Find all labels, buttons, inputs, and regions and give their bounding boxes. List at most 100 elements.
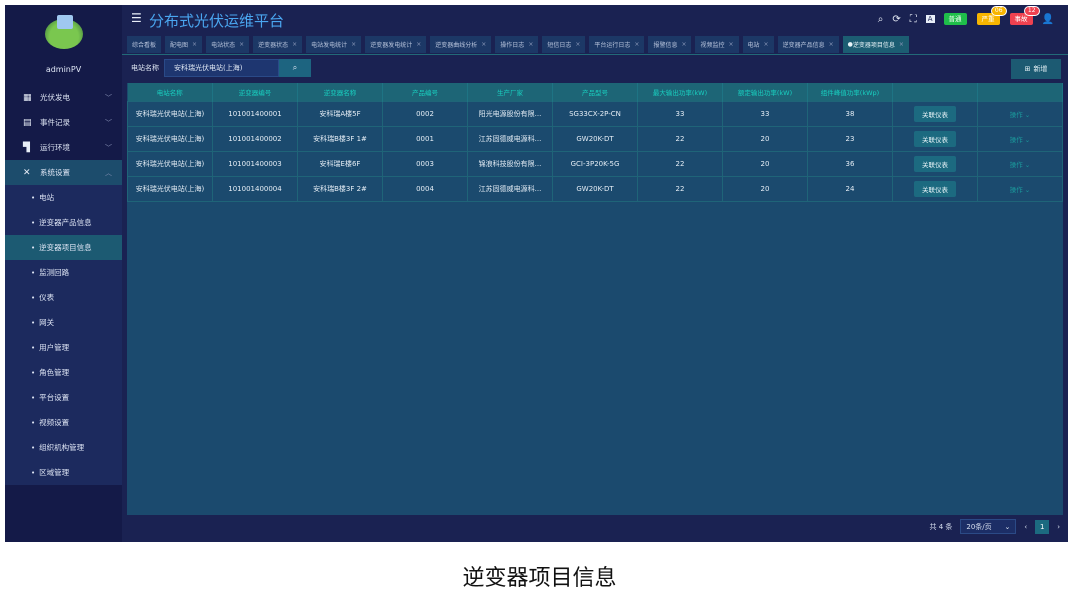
sidebar-subitem[interactable]: 角色管理 (5, 360, 122, 385)
sidebar-subitem[interactable]: 逆变器产品信息 (5, 210, 122, 235)
table-cell: 安科瑞E楼6F (297, 150, 383, 177)
tab[interactable]: 视频监控 × (695, 36, 739, 53)
tab[interactable]: 报警信息 × (648, 36, 692, 53)
chevron-up-icon: ︿ (105, 168, 112, 177)
document-icon: ▤ (23, 117, 32, 128)
refresh-icon[interactable]: ⟳ (892, 14, 900, 25)
header-tools: ⌕ ⟳ ⛶ A 普通 严重 06 事故 12 👤 (878, 6, 1054, 25)
tab[interactable]: 综合看板 (127, 36, 162, 53)
close-icon[interactable]: × (481, 41, 486, 48)
close-icon[interactable]: × (575, 41, 580, 48)
table-cell: GCI-3P20K-5G (552, 150, 638, 177)
table-cell: 安科瑞B楼3F 2# (297, 175, 383, 202)
column-header: 额定输出功率(kW) (722, 83, 808, 101)
fullscreen-icon[interactable]: ⛶ (910, 14, 917, 25)
tab[interactable]: 平台运行日志 × (589, 36, 645, 53)
table-cell: 0001 (382, 125, 468, 152)
station-select[interactable]: 安科瑞光伏电站(上海) (164, 59, 279, 77)
chevron-down-icon: ⌄ (1022, 135, 1031, 144)
sidebar-subitem[interactable]: 视频设置 (5, 410, 122, 435)
sidebar-subitem[interactable]: 仪表 (5, 285, 122, 310)
tab[interactable]: 逆变器状态 × (253, 36, 303, 53)
badge-label: 事故 (1014, 15, 1028, 23)
add-button[interactable]: ⊞ 新增 (1011, 59, 1061, 79)
sidebar-subitem[interactable]: 监测回路 (5, 260, 122, 285)
sidebar-subitem[interactable]: 区域管理 (5, 460, 122, 485)
tab-label: 配电图 (170, 42, 189, 49)
close-icon[interactable]: × (829, 41, 834, 48)
sidebar-item-label: 光伏发电 (40, 93, 70, 102)
close-icon[interactable]: × (351, 41, 356, 48)
link-meter-button[interactable]: 关联仪表 (914, 180, 956, 197)
alarm-badge[interactable]: 严重 06 (976, 6, 1007, 25)
page-size-select[interactable]: 20条/页 ⌄ (960, 519, 1017, 534)
close-icon[interactable]: × (729, 41, 734, 48)
data-table: 电站名称 逆变器编号 逆变器名称 产品编号 生产厂家 产品型号 最大输出功率(kW) 额定输出… (127, 83, 1063, 515)
tab[interactable]: 逆变器曲线分析 × (430, 36, 492, 53)
table-cell: SG33CX-2P-CN (552, 100, 638, 127)
operation-dropdown[interactable]: 操作 ⌄ (1010, 111, 1031, 119)
tab[interactable]: 电站 × (742, 36, 774, 53)
close-icon[interactable]: × (239, 41, 244, 48)
link-meter-button[interactable]: 关联仪表 (914, 155, 956, 172)
sidebar-subitem[interactable]: 用户管理 (5, 335, 122, 360)
tab[interactable]: 逆变器产品信息 × (777, 36, 839, 53)
next-page-icon[interactable]: › (1057, 523, 1060, 531)
sidebar-subitem[interactable]: 电站 (5, 185, 122, 210)
language-icon[interactable]: A (925, 15, 935, 23)
tab[interactable]: 操作日志 × (495, 36, 539, 53)
close-icon[interactable]: × (764, 41, 769, 48)
sidebar-item[interactable]: ▜ 运行环境 ﹀ (5, 135, 122, 160)
sidebar-subitem[interactable]: 网关 (5, 310, 122, 335)
search-icon[interactable]: ⌕ (878, 14, 884, 25)
link-meter-button[interactable]: 关联仪表 (914, 130, 956, 147)
sidebar-subitem[interactable]: 平台设置 (5, 385, 122, 410)
menu-toggle-icon[interactable]: ☰ (131, 11, 142, 25)
sidebar-item-label: 运行环境 (40, 143, 70, 152)
table-cell: 阳光电源股份有限... (467, 100, 553, 127)
table-cell: 20 (722, 175, 808, 202)
operation-dropdown[interactable]: 操作 ⌄ (1010, 161, 1031, 169)
tab[interactable]: 电站发电统计 × (306, 36, 362, 53)
operation-dropdown[interactable]: 操作 ⌄ (1010, 186, 1031, 194)
table-row: 安科瑞光伏电站(上海) 101001400004 安科瑞B楼3F 2# 0004 江苏固… (127, 175, 1063, 202)
user-icon[interactable]: 👤 (1042, 14, 1054, 25)
table-cell: 安科瑞光伏电站(上海) (127, 100, 213, 127)
close-icon[interactable]: × (416, 41, 421, 48)
sidebar-subitem[interactable]: 逆变器项目信息 (5, 235, 122, 260)
close-icon[interactable]: × (192, 41, 197, 48)
close-icon[interactable]: × (528, 41, 533, 48)
badge-label: 普通 (948, 15, 962, 23)
alarm-badge[interactable]: 事故 12 (1009, 6, 1040, 25)
tab[interactable]: ● 逆变器项目信息 × (842, 36, 909, 53)
operation-label: 操作 (1009, 160, 1023, 169)
close-icon[interactable]: × (681, 41, 686, 48)
search-button[interactable]: ⌕ (279, 59, 311, 77)
tab[interactable]: 电站状态 × (206, 36, 250, 53)
table-cell: 安科瑞光伏电站(上海) (127, 175, 213, 202)
filter-bar: 电站名称 安科瑞光伏电站(上海) ⌕ (131, 59, 311, 77)
prev-page-icon[interactable]: ‹ (1024, 523, 1027, 531)
camera-icon: ▜ (23, 142, 30, 153)
sidebar-item[interactable]: ▤ 事件记录 ﹀ (5, 110, 122, 135)
tab[interactable]: 配电图 × (165, 36, 203, 53)
sidebar-subitem[interactable]: 组织机构管理 (5, 435, 122, 460)
operation-label: 操作 (1009, 110, 1023, 119)
page-button[interactable]: 1 (1035, 519, 1050, 534)
operation-label: 操作 (1009, 135, 1023, 144)
close-icon[interactable]: × (292, 41, 297, 48)
tab[interactable]: 逆变器发电统计 × (365, 36, 427, 53)
badge-count: 12 (1023, 6, 1040, 16)
sidebar-item[interactable]: ▦ 光伏发电 ﹀ (5, 85, 122, 110)
column-header (892, 83, 978, 101)
pagination: 共 4 条 20条/页 ⌄ ‹ 1 › (929, 519, 1060, 534)
table-cell: 101001400004 (212, 175, 298, 202)
close-icon[interactable]: × (634, 41, 639, 48)
link-meter-button[interactable]: 关联仪表 (914, 105, 956, 122)
alarm-badge[interactable]: 普通 (943, 13, 967, 25)
sidebar-item[interactable]: ✕ 系统设置 ︿ (5, 160, 122, 185)
close-icon[interactable]: × (899, 41, 904, 48)
operation-dropdown[interactable]: 操作 ⌄ (1010, 136, 1031, 144)
grid-icon: ▦ (23, 92, 32, 103)
tab[interactable]: 短信日志 × (542, 36, 586, 53)
